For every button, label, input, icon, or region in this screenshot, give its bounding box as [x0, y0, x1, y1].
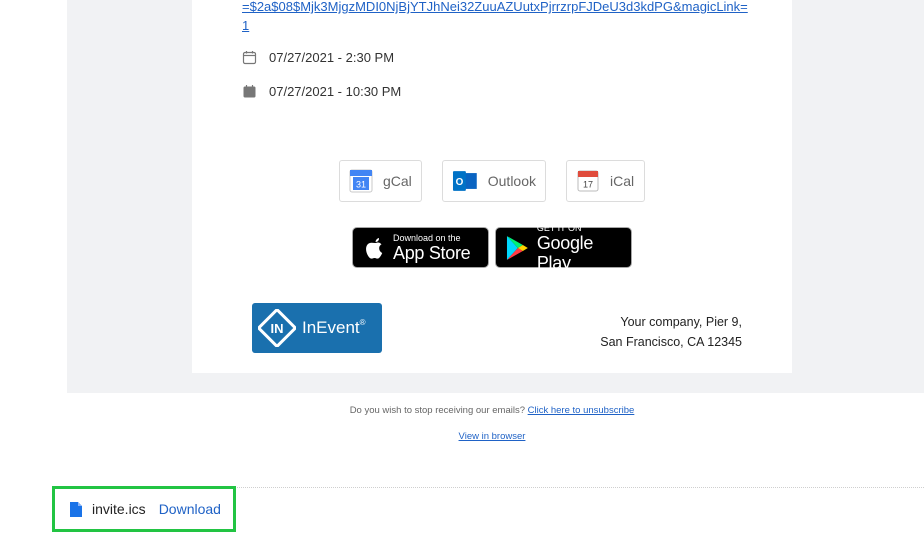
magic-link[interactable]: =$2a$08$Mjk3MjgzMDI0NjBjYTJhNei32ZuuAZUu… [242, 0, 752, 35]
inevent-logo: IN InEvent® [252, 303, 382, 353]
file-icon [70, 501, 82, 517]
address-line-1: Your company, Pier 9, [620, 315, 742, 329]
attachment-filename[interactable]: invite.ics [92, 501, 146, 517]
ical-icon: 17 [577, 170, 599, 192]
app-store-badge[interactable]: Download on the App Store [352, 227, 489, 268]
end-date-row: 07/27/2021 - 10:30 PM [242, 84, 401, 99]
download-link[interactable]: Download [159, 501, 221, 517]
google-play-badge[interactable]: GET IT ON Google Play [495, 223, 632, 273]
inevent-mark-icon: IN [258, 309, 296, 347]
gcal-label: gCal [383, 173, 412, 189]
attachment-highlight: invite.ics Download [52, 486, 236, 532]
unsubscribe-prompt: Do you wish to stop receiving our emails… [349, 405, 525, 416]
view-in-browser-row: View in browser [0, 431, 924, 442]
ical-button[interactable]: 17 iCal [566, 160, 645, 202]
gcal-button[interactable]: 31 gCal [339, 160, 422, 202]
unsubscribe-link[interactable]: Click here to unsubscribe [528, 405, 635, 416]
svg-text:17: 17 [583, 180, 593, 190]
company-address: Your company, Pier 9, San Francisco, CA … [600, 312, 742, 352]
outlook-label: Outlook [487, 173, 536, 189]
app-store-small-text: Download on the [393, 232, 461, 243]
apple-icon [366, 237, 383, 259]
app-store-big-text: App Store [393, 242, 471, 263]
ical-label: iCal [610, 173, 635, 189]
outlook-button[interactable]: O Outlook [442, 160, 546, 202]
start-datetime: 07/27/2021 - 2:30 PM [269, 50, 395, 65]
outlook-icon: O [452, 171, 477, 191]
google-play-icon [506, 235, 528, 260]
start-date-row: 07/27/2021 - 2:30 PM [242, 50, 394, 65]
inevent-brand-text: InEvent® [302, 318, 366, 337]
google-play-small-text: GET IT ON [536, 222, 582, 233]
google-play-big-text: Google Play [536, 232, 594, 273]
unsubscribe-footer: Do you wish to stop receiving our emails… [0, 405, 924, 416]
google-calendar-icon: 31 [349, 169, 373, 193]
address-line-2: San Francisco, CA 12345 [600, 335, 742, 349]
svg-text:31: 31 [356, 180, 366, 190]
calendar-filled-icon [243, 85, 256, 98]
svg-text:IN: IN [271, 321, 284, 336]
svg-text:O: O [456, 177, 464, 188]
end-datetime: 07/27/2021 - 10:30 PM [269, 84, 402, 99]
view-in-browser-link[interactable]: View in browser [459, 431, 526, 442]
calendar-outline-icon [242, 51, 257, 65]
